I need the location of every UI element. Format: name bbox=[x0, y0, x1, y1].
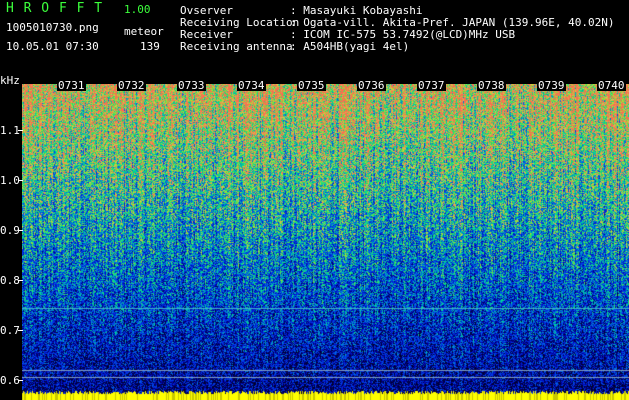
time-label: 0736 bbox=[357, 79, 386, 92]
receiver-label: Receiver bbox=[180, 28, 233, 41]
app-version: 1.00 bbox=[124, 3, 151, 16]
mode-label: meteor bbox=[124, 25, 164, 38]
observer-value: : Masayuki Kobayashi bbox=[290, 4, 423, 17]
time-label: 0740 bbox=[597, 79, 626, 92]
date-time: 10.05.01 07:30 bbox=[6, 40, 99, 53]
y-tick-mark bbox=[18, 280, 23, 281]
time-label: 0738 bbox=[477, 79, 506, 92]
antenna-label: Receiving antenna bbox=[180, 40, 293, 53]
time-label: 0733 bbox=[177, 79, 206, 92]
time-label: 0731 bbox=[57, 79, 86, 92]
antenna-value: : A504HB(yagi 4el) bbox=[290, 40, 410, 53]
file-name: 1005010730.png bbox=[6, 21, 99, 34]
y-tick-mark bbox=[18, 180, 23, 181]
y-tick-mark bbox=[18, 380, 23, 381]
location-label: Receiving Location bbox=[180, 16, 300, 29]
y-tick-mark bbox=[18, 130, 23, 131]
observer-label: Ovserver bbox=[180, 4, 233, 17]
location-value: : Ogata-vill. Akita-Pref. JAPAN (139.96E… bbox=[290, 16, 615, 29]
y-axis-unit: kHz bbox=[0, 74, 20, 87]
time-label: 0732 bbox=[117, 79, 146, 92]
app-title: H R O F F T bbox=[6, 1, 104, 16]
y-tick-mark bbox=[18, 230, 23, 231]
meteor-count: 139 bbox=[140, 40, 160, 53]
time-label: 0737 bbox=[417, 79, 446, 92]
time-label: 0739 bbox=[537, 79, 566, 92]
receiver-value: : ICOM IC-575 53.7492(@LCD)MHz USB bbox=[290, 28, 516, 41]
time-label: 0734 bbox=[237, 79, 266, 92]
y-tick-mark bbox=[18, 330, 23, 331]
spectrogram bbox=[22, 84, 629, 400]
time-label: 0735 bbox=[297, 79, 326, 92]
